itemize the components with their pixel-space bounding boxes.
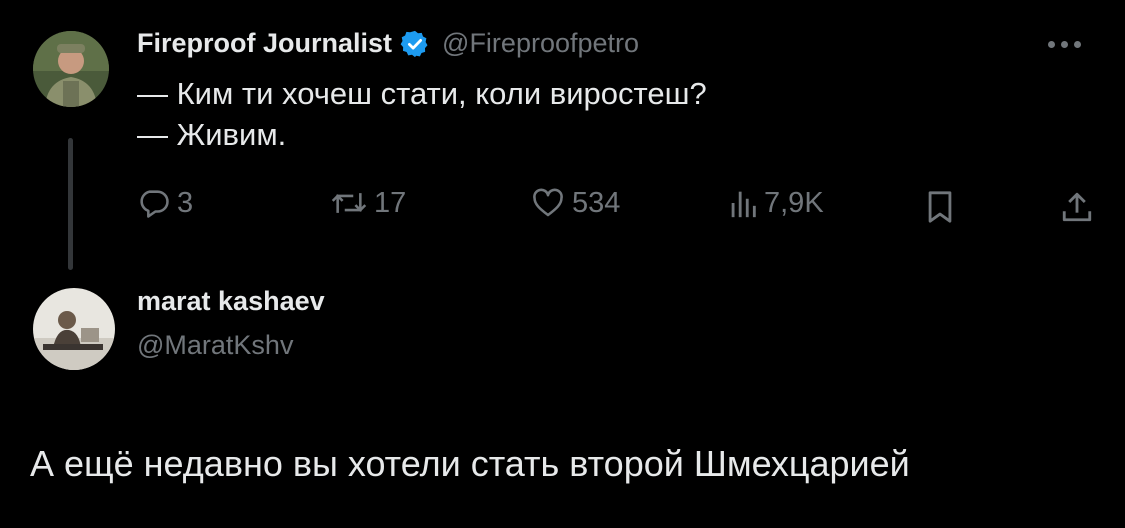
views-count: 7,9K [764,186,824,219]
reply-icon [140,190,169,218]
reply-text: А ещё недавно вы хотели стать второй Шме… [30,443,910,484]
tweet-header: Fireproof Journalist @Fireproofpetro [137,28,639,59]
share-button[interactable] [1060,190,1094,229]
reply-author-name[interactable]: marat kashaev [137,286,325,317]
reply-count: 3 [177,186,194,219]
avatar-marat[interactable] [33,288,115,370]
thread-line [68,138,73,270]
like-button[interactable]: 534 [530,186,620,220]
share-icon [1062,192,1092,222]
bookmark-button[interactable] [925,190,955,229]
views-button[interactable]: 7,9K [728,186,824,220]
author-handle[interactable]: @Fireproofpetro [442,28,639,59]
reply-button[interactable]: 3 [137,186,193,220]
avatar-fireproof[interactable] [33,31,109,107]
author-name[interactable]: Fireproof Journalist [137,28,392,59]
verified-badge-icon [400,29,430,59]
more-icon[interactable] [1048,41,1081,48]
reply-author-handle[interactable]: @MaratKshv [137,330,293,361]
bookmark-icon [928,191,952,223]
like-count: 534 [572,186,621,219]
retweet-button[interactable]: 17 [330,186,406,220]
retweet-count: 17 [374,186,407,219]
retweet-icon [331,193,367,213]
like-icon [533,188,563,217]
views-icon [731,191,756,218]
tweet-text: — Ким ти хочеш стати, коли виростеш? — Ж… [137,76,707,152]
